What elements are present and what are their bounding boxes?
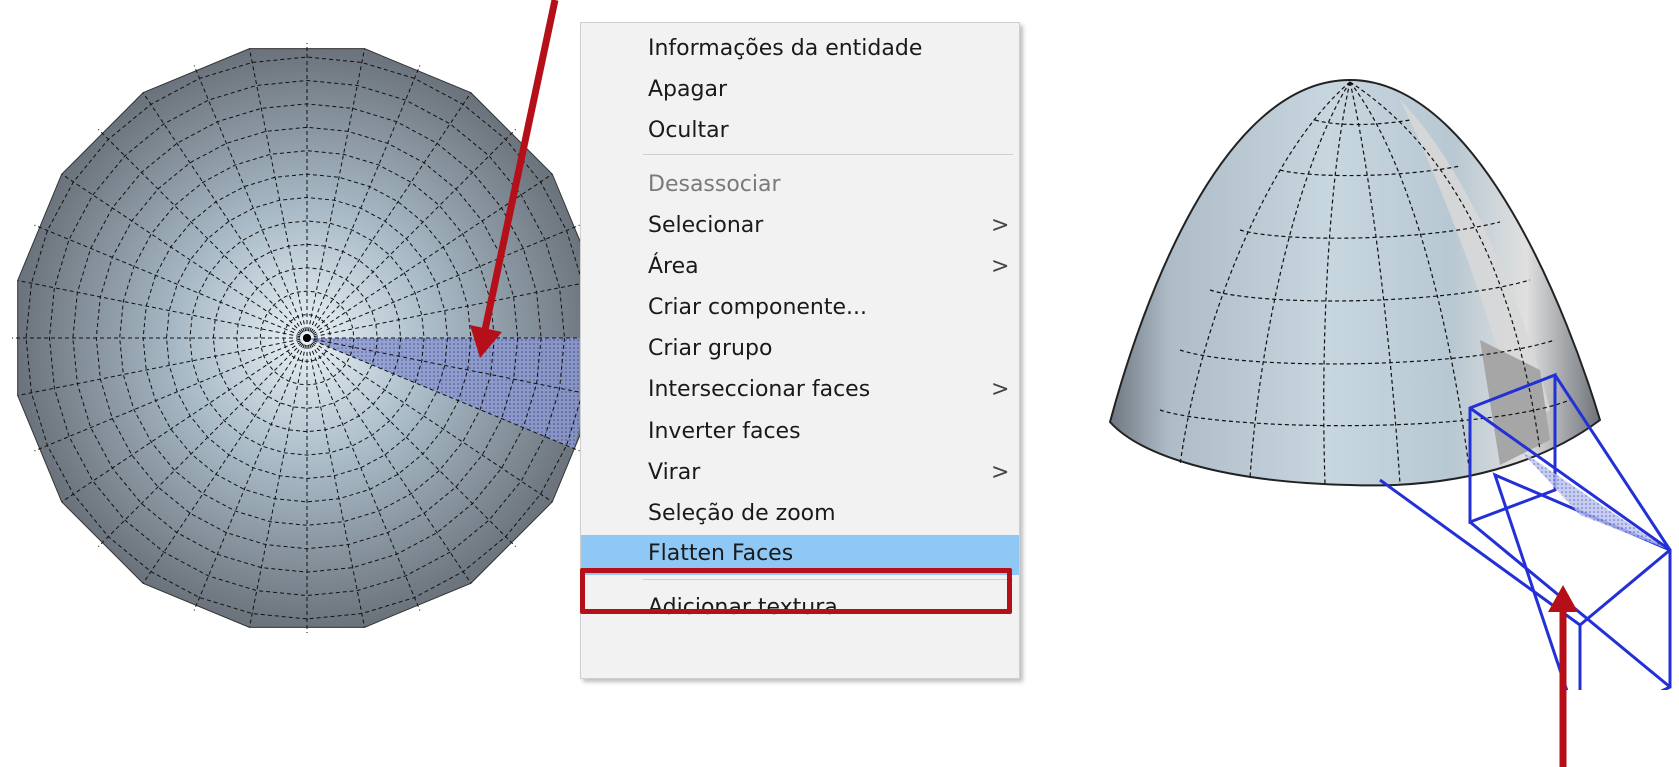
menu-item-label: Apagar bbox=[648, 77, 727, 102]
menu-item-label: Área bbox=[648, 254, 699, 279]
menu-item-label: Flatten Faces bbox=[648, 541, 794, 566]
menu-item-label: Virar bbox=[648, 460, 701, 485]
highlight-callout-box bbox=[580, 568, 1012, 614]
menu-item[interactable]: Criar grupo bbox=[581, 330, 1019, 370]
menu-item-label: Interseccionar faces bbox=[648, 377, 871, 402]
menu-item[interactable]: Selecionar > bbox=[581, 207, 1019, 247]
menu-item[interactable]: Criar componente... bbox=[581, 289, 1019, 329]
menu-item-label: Ocultar bbox=[648, 118, 729, 143]
menu-item[interactable]: Apagar bbox=[581, 71, 1019, 111]
menu-item-label: Informações da entidade bbox=[648, 36, 923, 61]
menu-item-label: Desassociar bbox=[648, 172, 781, 197]
menu-item-label: Selecionar bbox=[648, 213, 764, 238]
chevron-right-icon: > bbox=[991, 377, 1010, 402]
menu-item[interactable]: Virar > bbox=[581, 454, 1019, 494]
chevron-right-icon: > bbox=[991, 254, 1010, 279]
menu-item-label: Criar componente... bbox=[648, 295, 868, 320]
menu-item-label: Criar grupo bbox=[648, 336, 773, 361]
menu-item[interactable]: Área > bbox=[581, 248, 1019, 288]
menu-item[interactable]: Interseccionar faces > bbox=[581, 371, 1019, 411]
chevron-right-icon: > bbox=[991, 460, 1010, 485]
menu-item: Desassociar bbox=[581, 166, 1019, 206]
menu-item[interactable]: Seleção de zoom bbox=[581, 495, 1019, 535]
menu-item[interactable]: Inverter faces bbox=[581, 413, 1019, 453]
menu-item[interactable]: Ocultar bbox=[581, 112, 1019, 152]
menu-separator bbox=[643, 154, 1013, 155]
menu-item-label: Inverter faces bbox=[648, 419, 801, 444]
chevron-right-icon: > bbox=[991, 213, 1010, 238]
menu-item-label: Seleção de zoom bbox=[648, 501, 836, 526]
menu-item[interactable]: Informações da entidade bbox=[581, 30, 1019, 70]
